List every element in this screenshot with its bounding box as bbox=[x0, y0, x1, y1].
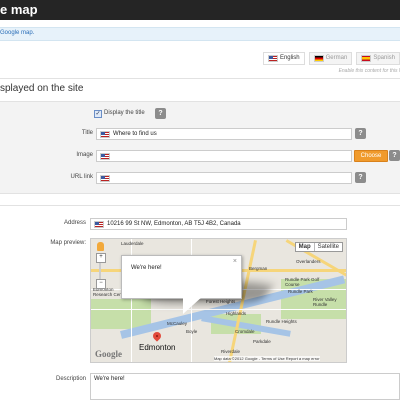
zoom-slider[interactable] bbox=[99, 263, 101, 279]
info-window-tail bbox=[183, 296, 203, 314]
map-label: Overlanders bbox=[296, 259, 321, 264]
german-flag-icon bbox=[313, 55, 324, 62]
tab-spanish[interactable]: Spanish bbox=[356, 52, 400, 65]
map-label: Riverdale bbox=[221, 349, 241, 354]
help-title-button[interactable]: ? bbox=[355, 128, 366, 139]
map-label: River Valley Rundle bbox=[313, 297, 337, 307]
map-label: McCauley bbox=[167, 321, 188, 326]
divider bbox=[0, 78, 400, 79]
map-label: Bergman bbox=[249, 266, 268, 271]
tab-label: German bbox=[325, 55, 348, 61]
title-label: Title bbox=[81, 130, 93, 136]
tab-label: Spanish bbox=[373, 55, 395, 61]
street bbox=[91, 309, 346, 310]
city-label: Edmonton bbox=[139, 343, 176, 352]
url-link-label: URL link bbox=[70, 174, 93, 180]
info-bar: Google map. bbox=[0, 27, 400, 41]
google-logo: Google bbox=[95, 349, 122, 359]
address-input-value: 10216 99 St NW, Edmonton, AB T5J 4B2, Ca… bbox=[107, 220, 241, 227]
close-icon[interactable]: × bbox=[233, 258, 237, 265]
description-label: Description bbox=[55, 376, 86, 382]
map-label: Boyle bbox=[186, 329, 198, 334]
info-window: We're here! × bbox=[121, 255, 242, 299]
image-label: Image bbox=[76, 152, 93, 158]
page-title: e map bbox=[0, 2, 38, 17]
tab-label: English bbox=[279, 55, 300, 61]
map-attribution[interactable]: Map data ©2012 Google - Terms of Use Rep… bbox=[214, 356, 320, 361]
us-flag-icon bbox=[100, 130, 110, 138]
zoom-out-button[interactable]: − bbox=[96, 279, 106, 289]
map-label: Highlands bbox=[226, 311, 247, 316]
us-flag-icon bbox=[100, 152, 110, 160]
section-title: splayed on the site bbox=[0, 83, 84, 94]
address-input[interactable]: 10216 99 St NW, Edmonton, AB T5J 4B2, Ca… bbox=[90, 218, 347, 230]
title-input-value: Where to find us bbox=[113, 130, 157, 137]
google-map-link[interactable]: Google map. bbox=[0, 30, 34, 36]
street-view-pegman-icon[interactable] bbox=[97, 242, 104, 251]
help-image-button[interactable]: ? bbox=[389, 150, 400, 161]
display-title-checkbox[interactable]: ✓ bbox=[94, 110, 102, 118]
map-label: Lauderdale bbox=[121, 241, 144, 246]
image-input[interactable] bbox=[96, 150, 352, 162]
description-textarea[interactable]: We're here! bbox=[90, 373, 400, 400]
url-link-input[interactable] bbox=[96, 172, 352, 184]
map-preview-label: Map preview: bbox=[50, 240, 86, 246]
map-label: Parkdale bbox=[253, 339, 271, 344]
map-type-satellite-button[interactable]: Satellite bbox=[315, 243, 342, 251]
help-display-title-button[interactable]: ? bbox=[155, 108, 166, 119]
us-flag-icon bbox=[100, 174, 110, 182]
zoom-control: + − bbox=[96, 253, 106, 289]
divider bbox=[0, 205, 400, 206]
tab-english[interactable]: English bbox=[262, 52, 305, 65]
language-tabs: English German Spanish bbox=[262, 52, 400, 65]
display-title-label: Display the title bbox=[104, 110, 145, 116]
enable-content-note: Enable this content for this l bbox=[338, 68, 400, 74]
zoom-in-button[interactable]: + bbox=[96, 253, 106, 263]
tab-german[interactable]: German bbox=[308, 52, 353, 65]
title-input[interactable]: Where to find us bbox=[96, 128, 352, 140]
help-url-button[interactable]: ? bbox=[355, 172, 366, 183]
map-type-map-button[interactable]: Map bbox=[296, 243, 315, 251]
map-label: Rundle Park bbox=[288, 289, 313, 294]
spanish-flag-icon bbox=[361, 55, 372, 62]
address-label: Address bbox=[63, 220, 86, 226]
map-label: Cromdale bbox=[235, 329, 255, 334]
map-label: Rundle Park Golf Course bbox=[285, 277, 320, 287]
map-label: Rundle Heights bbox=[266, 319, 297, 324]
us-flag-icon bbox=[267, 55, 278, 62]
us-flag-icon bbox=[94, 220, 104, 228]
info-window-text: We're here! bbox=[131, 265, 162, 271]
choose-image-button[interactable]: Choose bbox=[354, 150, 388, 162]
top-header-bar: e map bbox=[0, 0, 400, 20]
map-type-control: Map Satellite bbox=[294, 242, 343, 252]
